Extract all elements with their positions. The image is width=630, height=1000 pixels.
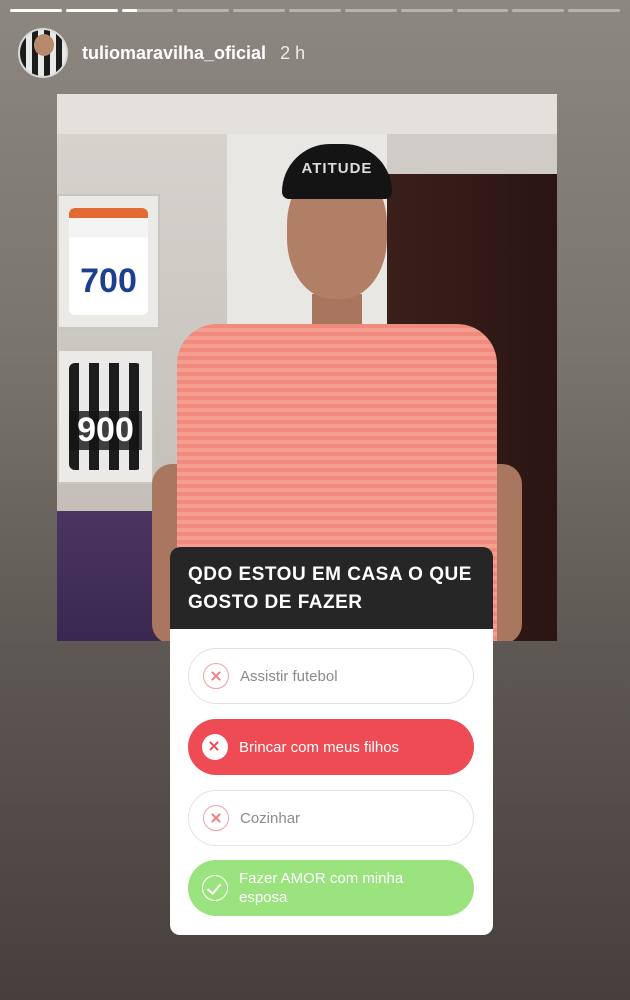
progress-segment-8	[400, 9, 453, 12]
quiz-option-2[interactable]: Brincar com meus filhos	[188, 719, 474, 775]
progress-segment-11	[568, 9, 620, 12]
story-progress-bar	[10, 9, 620, 12]
progress-segment-6	[289, 9, 341, 12]
framed-jersey-900: 900	[57, 349, 154, 484]
progress-segment-9	[456, 9, 509, 12]
progress-segment-4	[177, 9, 230, 12]
username[interactable]: tuliomaravilha_oficial	[82, 43, 266, 64]
check-circle-icon	[202, 875, 228, 901]
quiz-sticker: QDO ESTOU EM CASA O QUE GOSTO DE FAZER A…	[170, 547, 493, 935]
progress-segment-2	[65, 9, 118, 12]
quiz-question: QDO ESTOU EM CASA O QUE GOSTO DE FAZER	[170, 547, 493, 629]
option-label: Cozinhar	[240, 809, 301, 827]
progress-segment-3	[121, 9, 174, 12]
quiz-option-1[interactable]: Assistir futebol	[188, 648, 474, 704]
progress-segment-1	[10, 9, 62, 12]
progress-segment-10	[512, 9, 565, 12]
quiz-option-3[interactable]: Cozinhar	[188, 790, 474, 846]
option-label: Brincar com meus filhos	[239, 738, 400, 756]
x-circle-icon	[202, 734, 228, 760]
option-label: Fazer AMOR com minha esposa	[239, 870, 404, 906]
avatar[interactable]	[18, 28, 68, 78]
x-circle-icon	[203, 663, 229, 689]
framed-jersey-700: 700	[57, 194, 160, 329]
option-label: Assistir futebol	[240, 667, 338, 685]
story-header: tuliomaravilha_oficial 2 h	[18, 28, 305, 78]
progress-segment-5	[233, 9, 286, 12]
x-circle-icon	[203, 805, 229, 831]
post-time: 2 h	[280, 42, 306, 63]
progress-segment-7	[344, 9, 397, 12]
cap: ATITUDE	[282, 144, 392, 199]
quiz-option-4[interactable]: Fazer AMOR com minha esposa	[188, 860, 474, 916]
